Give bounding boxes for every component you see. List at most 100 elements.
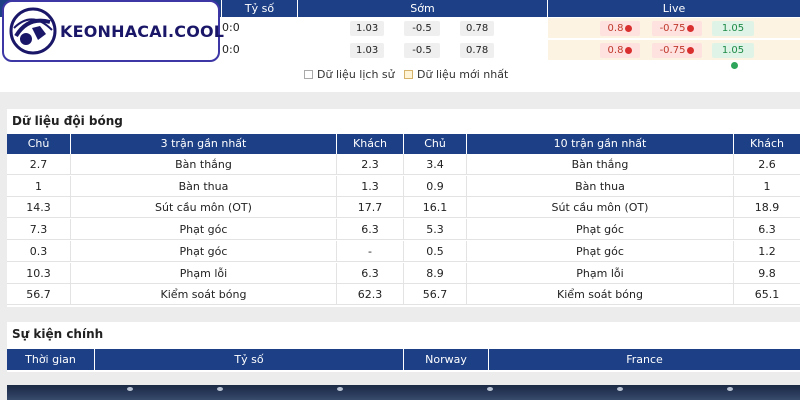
stat-name-3: Bàn thắng <box>71 154 337 175</box>
odds-header-early: Sớm <box>298 0 548 17</box>
table-row: 2.7 Bàn thắng 2.3 3.4 Bàn thắng 2.6 <box>7 154 800 175</box>
odds-header-score: Tỷ số <box>222 0 298 17</box>
team-data-header: Chủ 3 trận gần nhất Khách Chủ 10 trận gầ… <box>7 134 800 154</box>
away-avg-3: 1.3 <box>337 175 404 197</box>
away-avg-10: 18.9 <box>754 201 780 215</box>
early-handicap[interactable]: -0.5 <box>404 43 440 58</box>
table-row: 1 Bàn thua 1.3 0.9 Bàn thua 1 <box>7 175 800 197</box>
home-avg-10: 0.9 <box>404 175 467 197</box>
early-away-odds[interactable]: 0.78 <box>460 43 494 58</box>
stat-name-10: Phạt góc <box>467 219 734 241</box>
home-avg-10: 8.9 <box>404 262 467 284</box>
live-handicap[interactable]: -0.75 <box>652 21 702 36</box>
home-avg-10: 16.1 <box>404 197 467 219</box>
stat-name-10: Phạm lỗi <box>467 262 734 284</box>
live-home-odds[interactable]: 0.8 <box>600 43 640 58</box>
home-avg-3: 10.3 <box>7 262 71 284</box>
away-avg-10: 6.3 <box>758 223 776 237</box>
col-last-10: 10 trận gần nhất <box>467 134 734 154</box>
away-avg-3: 17.7 <box>337 197 404 219</box>
table-row: 14.3 Sút cầu môn (OT) 17.7 16.1 Sút cầu môn … <box>7 197 800 219</box>
team-data-panel: Dữ liệu đội bóng Chủ 3 trận gần nhất Khá… <box>7 109 800 307</box>
away-avg-10: 1 <box>763 179 771 193</box>
arrow-down-icon <box>625 46 633 54</box>
home-avg-10: 5.3 <box>404 219 467 241</box>
away-avg-10: 1.2 <box>758 244 776 258</box>
home-avg-3: 0.3 <box>7 240 71 262</box>
legend-latest[interactable]: Dữ liệu mới nhất <box>404 68 508 81</box>
live-cell: 0.8 -0.75 1.05 <box>548 40 800 69</box>
stat-name-3: Bàn thua <box>71 175 337 197</box>
away-avg-3: 2.3 <box>337 154 404 175</box>
col-home-10: Chủ <box>404 134 467 154</box>
home-avg-10: 56.7 <box>404 284 467 306</box>
stat-name-3: Phạt góc <box>71 219 337 241</box>
early-handicap[interactable]: -0.5 <box>404 21 440 36</box>
away-avg-3: 62.3 <box>337 284 404 306</box>
stat-name-3: Sút cầu môn (OT) <box>71 197 337 219</box>
stat-name-10: Bàn thua <box>467 175 734 197</box>
legend-history-label: Dữ liệu lịch sử <box>317 68 395 81</box>
table-row: 0.3 Phạt góc -0.5 Phạt góc 1.2 <box>7 240 800 262</box>
stat-name-10: Bàn thắng <box>467 154 734 175</box>
stat-name-3: Phạt góc <box>71 240 337 262</box>
odds-score: 0:0 <box>222 21 240 34</box>
away-avg-3: 6.3 <box>337 219 404 241</box>
col-away-3: Khách <box>337 134 404 154</box>
home-avg-3: 2.7 <box>7 154 71 175</box>
early-home-odds[interactable]: 1.03 <box>350 43 384 58</box>
home-avg-3: 7.3 <box>7 219 71 241</box>
away-avg-3: - <box>337 240 404 262</box>
odds-header-live: Live <box>548 0 800 17</box>
soccer-ball-icon <box>9 7 57 55</box>
legend-latest-checkbox[interactable] <box>404 70 413 79</box>
arrow-up-icon <box>730 61 738 69</box>
stat-name-3: Kiểm soát bóng <box>71 284 337 306</box>
arrow-down-icon <box>687 24 695 32</box>
home-avg-10: 0.5 <box>404 240 467 262</box>
table-row: 56.7 Kiểm soát bóng 62.3 56.7 Kiểm soát bóng… <box>7 284 800 306</box>
arrow-down-icon <box>687 46 695 54</box>
arrow-down-icon <box>625 24 633 32</box>
section-title: Sự kiện chính <box>12 327 104 341</box>
stadium-banner-image <box>7 385 800 400</box>
early-away-odds[interactable]: 0.78 <box>460 21 494 36</box>
live-cell: 0.8 -0.75 1.05 <box>548 18 800 47</box>
live-away-odds[interactable]: 1.05 <box>712 21 754 47</box>
page: Tỷ số Sớm Live 0:0 1.03 -0.5 0.78 0.8 -0… <box>0 0 800 400</box>
legend-history[interactable]: Dữ liệu lịch sử <box>304 68 395 81</box>
col-away-10: Khách <box>734 134 800 154</box>
legend-history-checkbox[interactable] <box>304 70 313 79</box>
stat-name-10: Phạt góc <box>467 240 734 262</box>
home-avg-3: 14.3 <box>7 197 71 219</box>
live-home-odds[interactable]: 0.8 <box>600 21 640 36</box>
events-header: Thời gian Tỷ số Norway France <box>7 349 800 370</box>
stat-name-10: Kiểm soát bóng <box>467 284 734 306</box>
col-last-3: 3 trận gần nhất <box>71 134 337 154</box>
legend-latest-label: Dữ liệu mới nhất <box>417 68 509 81</box>
away-avg-10: 65.1 <box>754 288 780 302</box>
early-home-odds[interactable]: 1.03 <box>350 21 384 36</box>
odds-score: 0:0 <box>222 43 240 56</box>
live-handicap[interactable]: -0.75 <box>652 43 702 58</box>
col-home-3: Chủ <box>7 134 71 154</box>
away-avg-3: 6.3 <box>337 262 404 284</box>
table-row: 7.3 Phạt góc 6.3 5.3 Phạt góc 6.3 <box>7 219 800 241</box>
col-time: Thời gian <box>7 349 95 370</box>
col-home-team: Norway <box>404 349 489 370</box>
live-away-odds[interactable]: 1.05 <box>712 43 754 69</box>
logo-text: KEONHACAI.COOL <box>60 21 225 41</box>
section-title: Dữ liệu đội bóng <box>12 114 123 128</box>
stat-name-3: Phạm lỗi <box>71 262 337 284</box>
col-score: Tỷ số <box>95 349 404 370</box>
table-row: 10.3 Phạm lỗi 6.3 8.9 Phạm lỗi 9.8 <box>7 262 800 284</box>
away-avg-10: 9.8 <box>758 266 776 280</box>
away-avg-10: 2.6 <box>758 158 776 171</box>
home-avg-3: 1 <box>7 175 71 197</box>
col-away-team: France <box>489 349 800 370</box>
events-panel: Sự kiện chính Thời gian Tỷ số Norway Fra… <box>7 322 800 372</box>
site-logo[interactable]: KEONHACAI.COOL <box>2 0 224 62</box>
home-avg-3: 56.7 <box>7 284 71 306</box>
home-avg-10: 3.4 <box>404 154 467 175</box>
stat-name-10: Sút cầu môn (OT) <box>467 197 734 219</box>
